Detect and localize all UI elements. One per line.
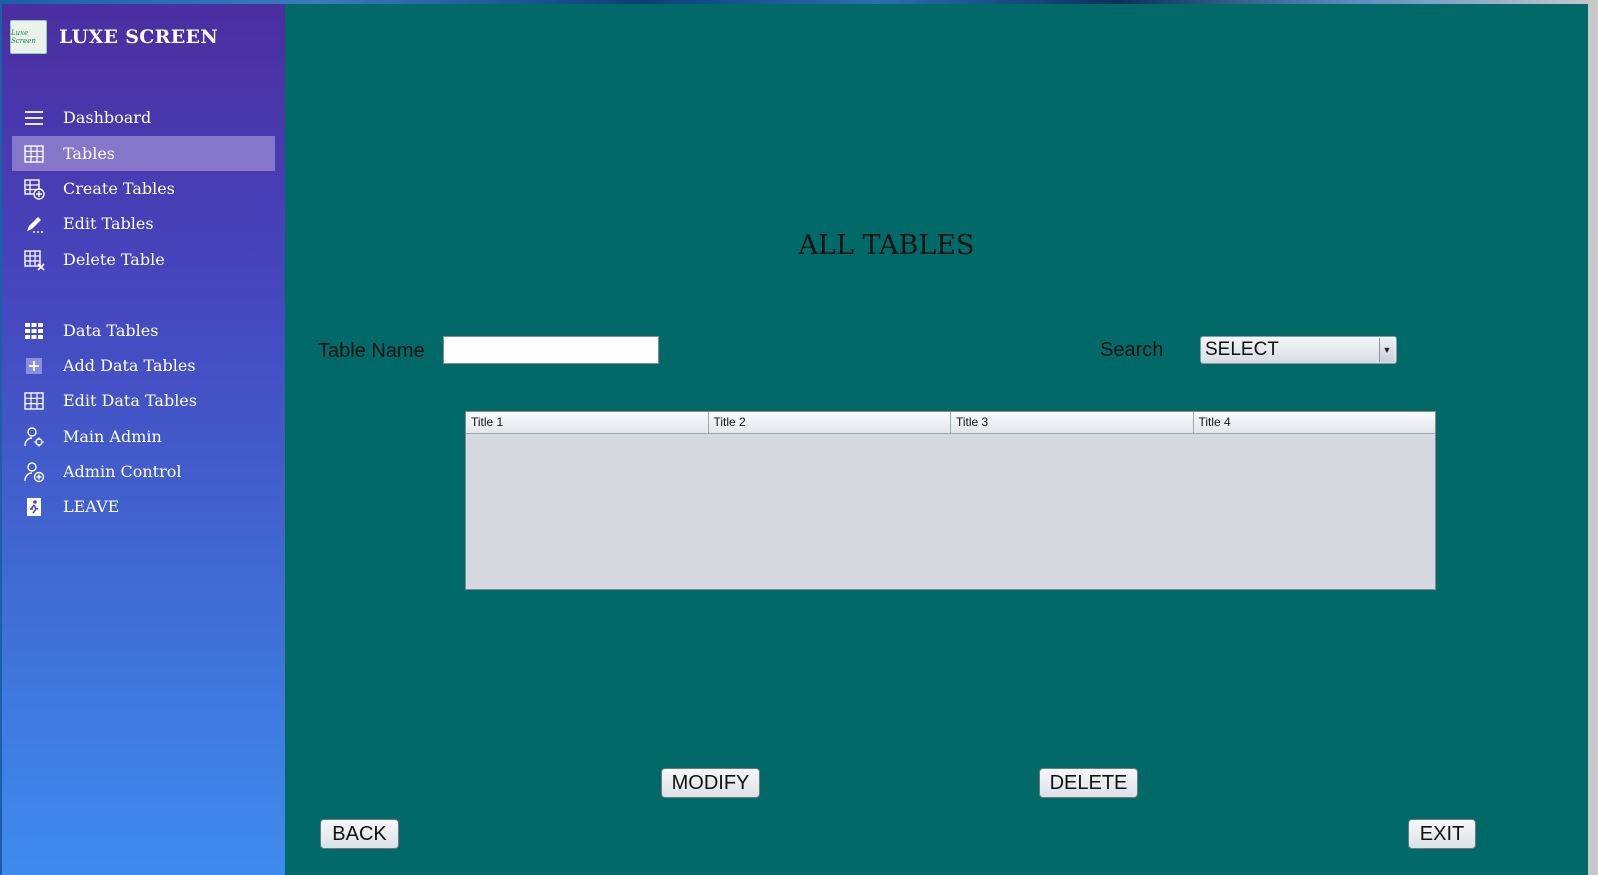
sidebar: Luxe Screen LUXE SCREEN Dashboard Tables…: [2, 4, 285, 875]
page-title: ALL TABLES: [798, 230, 975, 261]
app-logo: Luxe Screen: [10, 20, 47, 54]
table-grid-icon: [23, 390, 45, 412]
table-delete-icon: [23, 249, 45, 271]
sidebar-item-admin-control[interactable]: Admin Control: [12, 454, 275, 489]
data-grid-icon: [23, 320, 45, 342]
app-name: LUXE SCREEN: [59, 26, 218, 48]
search-label: Search: [1100, 339, 1164, 361]
logo-text: Luxe Screen: [11, 29, 36, 45]
sidebar-item-edit-tables[interactable]: Edit Tables: [12, 206, 275, 241]
sidebar-item-data-tables[interactable]: Data Tables: [12, 313, 275, 348]
sidebar-item-label: Edit Tables: [63, 214, 154, 233]
table-add-icon: [23, 178, 45, 200]
column-header[interactable]: Title 3: [951, 412, 1194, 433]
sidebar-item-label: Edit Data Tables: [63, 391, 197, 410]
sidebar-item-label: LEAVE: [63, 497, 120, 516]
search-dropdown[interactable]: SELECT ▼: [1200, 336, 1397, 364]
main-content: ALL TABLES Table Name Search SELECT ▼ Ti…: [285, 4, 1588, 875]
delete-button[interactable]: DELETE: [1039, 768, 1138, 798]
exit-run-icon: [23, 496, 45, 518]
pencil-icon: [23, 213, 45, 235]
modify-button[interactable]: MODIFY: [661, 768, 760, 798]
sidebar-item-leave[interactable]: LEAVE: [12, 489, 275, 524]
sidebar-item-label: Add Data Tables: [63, 356, 196, 375]
plus-square-icon: [23, 355, 45, 377]
table-name-label: Table Name: [318, 340, 425, 362]
menu-icon: [23, 107, 45, 129]
search-dropdown-value: SELECT: [1205, 339, 1279, 360]
sidebar-item-tables[interactable]: Tables: [12, 136, 275, 171]
exit-button[interactable]: EXIT: [1408, 819, 1476, 849]
column-header[interactable]: Title 4: [1194, 412, 1436, 433]
sidebar-item-create-tables[interactable]: Create Tables: [12, 171, 275, 206]
sidebar-item-dashboard[interactable]: Dashboard: [12, 100, 275, 135]
sidebar-item-main-admin[interactable]: Main Admin: [12, 419, 275, 454]
grid-header: Title 1 Title 2 Title 3 Title 4: [466, 412, 1435, 434]
sidebar-item-label: Tables: [63, 144, 116, 163]
user-gear-icon: [23, 426, 45, 448]
column-header[interactable]: Title 1: [466, 412, 709, 433]
table-name-input[interactable]: [443, 336, 659, 364]
table-grid-icon: [23, 143, 45, 165]
app-window: Luxe Screen LUXE SCREEN Dashboard Tables…: [2, 4, 1588, 875]
sidebar-item-label: Create Tables: [63, 179, 175, 198]
sidebar-item-label: Dashboard: [63, 108, 152, 127]
sidebar-item-delete-table[interactable]: Delete Table: [12, 242, 275, 277]
user-add-icon: [23, 461, 45, 483]
column-header[interactable]: Title 2: [709, 412, 951, 433]
sidebar-item-label: Main Admin: [63, 427, 162, 446]
chevron-down-icon[interactable]: ▼: [1379, 338, 1394, 362]
sidebar-item-add-data-tables[interactable]: Add Data Tables: [12, 348, 275, 383]
sidebar-item-label: Data Tables: [63, 321, 159, 340]
back-button[interactable]: BACK: [320, 819, 399, 849]
sidebar-item-label: Admin Control: [63, 462, 182, 481]
sidebar-item-edit-data-tables[interactable]: Edit Data Tables: [12, 383, 275, 418]
brand: Luxe Screen LUXE SCREEN: [10, 20, 218, 54]
sidebar-item-label: Delete Table: [63, 250, 165, 269]
tables-grid[interactable]: Title 1 Title 2 Title 3 Title 4: [465, 411, 1436, 590]
